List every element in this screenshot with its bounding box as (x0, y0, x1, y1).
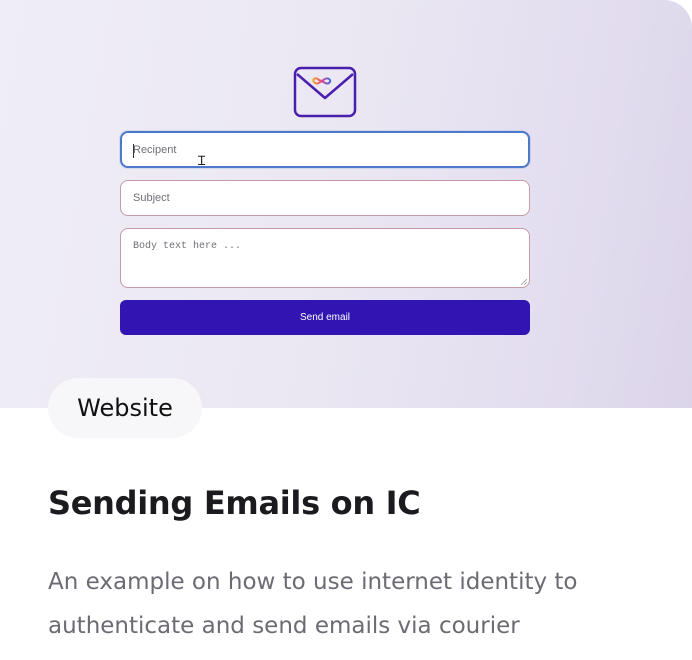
resize-handle-icon[interactable] (520, 278, 527, 285)
subject-placeholder: Subject (133, 192, 170, 204)
preview-image: Recipent Ɪ Subject Body text here ... Se… (0, 0, 692, 408)
card-description: An example on how to use internet identi… (48, 569, 578, 639)
card-title[interactable]: Sending Emails on IC (48, 484, 421, 522)
category-tag: Website (48, 378, 202, 438)
envelope-infinity-icon (293, 66, 357, 118)
send-email-button[interactable]: Send email (120, 300, 530, 335)
body-placeholder: Body text here ... (133, 241, 242, 252)
project-card[interactable]: Recipent Ɪ Subject Body text here ... Se… (0, 0, 692, 660)
recipient-placeholder: Recipent (133, 144, 177, 156)
recipient-input[interactable]: Recipent Ɪ (120, 131, 530, 168)
body-textarea[interactable]: Body text here ... (120, 228, 530, 288)
text-cursor-icon: Ɪ (198, 154, 206, 169)
subject-input[interactable]: Subject (120, 180, 530, 216)
